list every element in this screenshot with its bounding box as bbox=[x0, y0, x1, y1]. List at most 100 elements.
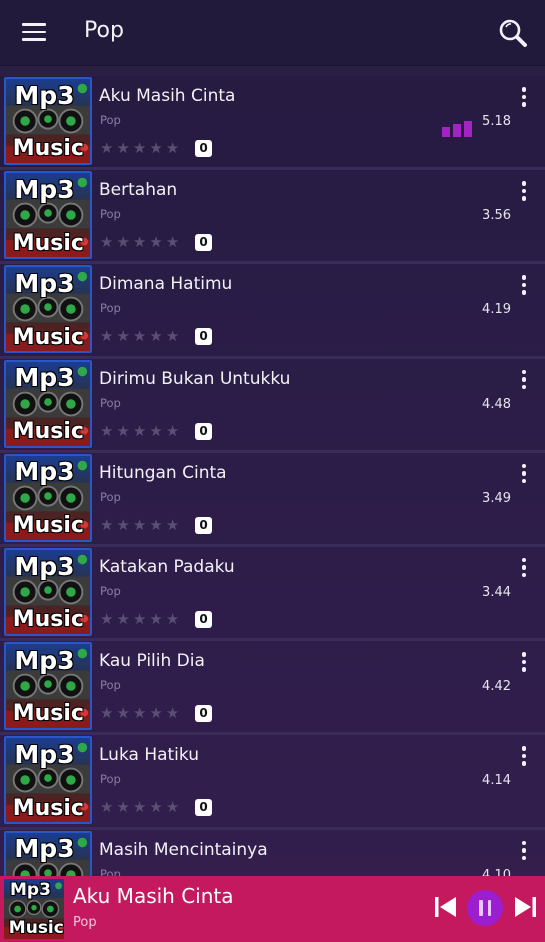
more-options-icon[interactable] bbox=[518, 746, 530, 768]
page-title: Pop bbox=[84, 18, 124, 43]
song-list-item[interactable]: Mp3 Music Kau Pilih Dia Pop ★ ★ ★ ★ ★ 0 4.42 bbox=[0, 641, 545, 736]
song-list-item[interactable]: Mp3 Music Hitungan Cinta Pop ★ ★ ★ ★ ★ 0 3.4… bbox=[0, 452, 545, 547]
skip-previous-icon[interactable] bbox=[434, 896, 458, 918]
more-options-icon[interactable] bbox=[518, 181, 530, 203]
star-icon[interactable]: ★ bbox=[100, 516, 113, 534]
more-options-icon[interactable] bbox=[518, 275, 530, 297]
song-thumbnail: Mp3 Music bbox=[4, 453, 92, 542]
star-icon[interactable]: ★ bbox=[149, 704, 162, 722]
song-title: Katakan Padaku bbox=[99, 556, 235, 577]
song-thumbnail: Mp3 Music bbox=[4, 359, 92, 448]
thumbnail-text-top: Mp3 bbox=[14, 645, 75, 675]
rating-stars[interactable]: ★★★★★ bbox=[100, 422, 179, 440]
star-icon[interactable]: ★ bbox=[100, 139, 113, 157]
star-icon[interactable]: ★ bbox=[116, 327, 129, 345]
more-options-icon[interactable] bbox=[518, 557, 530, 580]
song-title: Bertahan bbox=[99, 180, 178, 201]
search-icon[interactable] bbox=[498, 18, 528, 48]
more-options-icon[interactable] bbox=[518, 369, 530, 392]
star-icon[interactable]: ★ bbox=[116, 610, 129, 628]
star-icon[interactable]: ★ bbox=[133, 233, 146, 251]
thumbnail-text-bottom: Music bbox=[12, 795, 84, 821]
song-list-item[interactable]: Mp3 Music Dimana Hatimu Pop ★ ★ ★ ★ ★ 0 4.19 bbox=[0, 264, 545, 359]
song-duration: 4.19 bbox=[482, 302, 511, 318]
star-icon[interactable]: ★ bbox=[133, 704, 146, 722]
more-options-icon[interactable] bbox=[518, 87, 530, 109]
thumbnail-text-bottom: Music bbox=[12, 418, 84, 444]
more-options-icon[interactable] bbox=[518, 840, 530, 863]
star-icon[interactable]: ★ bbox=[133, 422, 146, 440]
song-list-item[interactable]: Mp3 Music Bertahan Pop ★ ★ ★ ★ ★ 0 3.56 bbox=[0, 170, 545, 265]
thumbnail-text-top: Mp3 bbox=[14, 834, 75, 864]
star-icon[interactable]: ★ bbox=[100, 233, 113, 251]
thumbnail-text-bottom: Music bbox=[12, 136, 84, 162]
star-icon[interactable]: ★ bbox=[133, 327, 146, 345]
star-icon[interactable]: ★ bbox=[116, 139, 129, 157]
song-list-item[interactable]: Mp3 Music Dirimu Bukan Untukku Pop ★ ★ ★ ★ ★… bbox=[0, 358, 545, 453]
song-list: Mp3 Music Aku Masih Cinta Pop ★ ★ ★ ★ ★ 0 5.… bbox=[0, 76, 545, 924]
star-icon[interactable]: ★ bbox=[100, 422, 113, 440]
song-thumbnail: Mp3 Music bbox=[4, 265, 92, 354]
star-icon[interactable]: ★ bbox=[149, 139, 162, 157]
star-icon[interactable]: ★ bbox=[149, 516, 162, 534]
skip-next-icon[interactable] bbox=[513, 896, 537, 918]
song-duration: 5.18 bbox=[482, 114, 511, 129]
app-screen: Pop Mp3 Music Aku Masih Cinta Pop ★ ★ ★ … bbox=[0, 0, 545, 942]
star-icon[interactable]: ★ bbox=[166, 327, 179, 345]
thumbnail-text-top: Mp3 bbox=[14, 174, 75, 204]
star-icon[interactable]: ★ bbox=[149, 798, 162, 816]
star-icon[interactable]: ★ bbox=[100, 610, 113, 628]
rating-stars[interactable]: ★★★★★ bbox=[100, 516, 179, 534]
hamburger-menu-icon[interactable] bbox=[22, 23, 46, 43]
star-icon[interactable]: ★ bbox=[166, 610, 179, 628]
star-icon[interactable]: ★ bbox=[149, 610, 162, 628]
star-icon[interactable]: ★ bbox=[116, 422, 129, 440]
song-title: Luka Hatiku bbox=[99, 745, 199, 766]
rating-stars[interactable]: ★★★★★ bbox=[100, 610, 179, 628]
star-icon[interactable]: ★ bbox=[116, 798, 129, 816]
song-genre: Pop bbox=[100, 772, 121, 787]
rating-stars[interactable]: ★★★★★ bbox=[100, 704, 179, 722]
song-list-item[interactable]: Mp3 Music Aku Masih Cinta Pop ★ ★ ★ ★ ★ 0 5.… bbox=[0, 76, 545, 171]
song-title: Kau Pilih Dia bbox=[99, 651, 205, 672]
song-list-item[interactable]: Mp3 Music Katakan Padaku Pop ★ ★ ★ ★ ★ 0 3.4… bbox=[0, 546, 545, 642]
more-options-icon[interactable] bbox=[518, 652, 530, 674]
song-genre: Pop bbox=[100, 113, 121, 127]
star-icon[interactable]: ★ bbox=[116, 233, 129, 251]
song-list-item[interactable]: Mp3 Music Luka Hatiku Pop ★ ★ ★ ★ ★ 0 4.14 bbox=[0, 735, 545, 830]
now-playing-bar[interactable]: Mp3 Music Aku Masih Cinta Pop bbox=[0, 876, 545, 942]
star-icon[interactable]: ★ bbox=[166, 704, 179, 722]
rating-stars[interactable]: ★★★★★ bbox=[100, 798, 179, 816]
star-icon[interactable]: ★ bbox=[166, 798, 179, 816]
song-thumbnail: Mp3 Music bbox=[4, 642, 92, 731]
rating-stars[interactable]: ★★★★★ bbox=[100, 139, 179, 157]
star-icon[interactable]: ★ bbox=[116, 704, 129, 722]
star-icon[interactable]: ★ bbox=[166, 516, 179, 534]
rating-count-badge: 0 bbox=[195, 799, 212, 817]
star-icon[interactable]: ★ bbox=[166, 139, 179, 157]
song-thumbnail: Mp3 Music bbox=[4, 171, 92, 260]
star-icon[interactable]: ★ bbox=[133, 610, 146, 628]
rating-stars[interactable]: ★★★★★ bbox=[100, 327, 179, 345]
rating-stars[interactable]: ★★★★★ bbox=[100, 233, 179, 251]
eq-bar bbox=[453, 124, 461, 137]
song-duration: 4.14 bbox=[482, 773, 511, 789]
rating-count-badge: 0 bbox=[195, 140, 212, 157]
star-icon[interactable]: ★ bbox=[166, 233, 179, 251]
star-icon[interactable]: ★ bbox=[133, 798, 146, 816]
song-genre: Pop bbox=[100, 207, 121, 222]
star-icon[interactable]: ★ bbox=[100, 327, 113, 345]
star-icon[interactable]: ★ bbox=[149, 327, 162, 345]
star-icon[interactable]: ★ bbox=[100, 798, 113, 816]
star-icon[interactable]: ★ bbox=[149, 233, 162, 251]
star-icon[interactable]: ★ bbox=[133, 139, 146, 157]
star-icon[interactable]: ★ bbox=[116, 516, 129, 534]
star-icon[interactable]: ★ bbox=[100, 704, 113, 722]
star-icon[interactable]: ★ bbox=[149, 422, 162, 440]
song-genre: Pop bbox=[100, 489, 121, 504]
more-options-icon[interactable] bbox=[518, 463, 530, 486]
star-icon[interactable]: ★ bbox=[166, 422, 179, 440]
pause-icon[interactable] bbox=[467, 890, 503, 926]
star-icon[interactable]: ★ bbox=[133, 516, 146, 534]
rating-count-badge: 0 bbox=[195, 328, 212, 346]
